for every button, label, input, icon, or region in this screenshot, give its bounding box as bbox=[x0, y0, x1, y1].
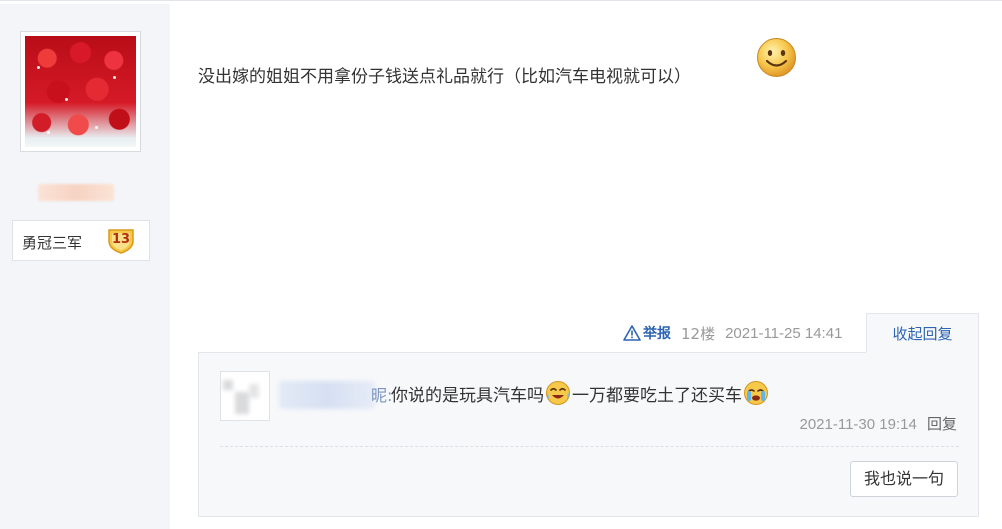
crying-emoji-icon bbox=[743, 380, 769, 406]
reply-panel: 昵: 你说的是玩具汽车吗 一万都要吃土了还买车 2021-11-30 19:14… bbox=[198, 352, 979, 517]
post-content: 没出嫁的姐姐不用拿份子钱送点礼品就行（比如汽车电视就可以） bbox=[198, 67, 691, 87]
collapse-replies-button[interactable]: 收起回复 bbox=[866, 313, 979, 354]
smile-emoji-icon bbox=[756, 37, 797, 78]
avatar-image bbox=[25, 36, 136, 147]
level-badge-icon: 13 bbox=[106, 227, 136, 255]
reply-avatar[interactable] bbox=[220, 371, 270, 421]
say-something-button[interactable]: 我也说一句 bbox=[850, 461, 958, 497]
reply-text-part2: 一万都要吃土了还买车 bbox=[572, 385, 742, 406]
report-label: 举报 bbox=[643, 326, 671, 342]
warning-icon bbox=[623, 325, 641, 341]
author-sidebar: 勇冠三军 13 bbox=[0, 4, 170, 529]
reply-meta: 2021-11-30 19:14 回复 bbox=[799, 413, 957, 434]
reply-content: 你说的是玩具汽车吗 一万都要吃土了还买车 bbox=[391, 380, 770, 406]
tears-of-joy-emoji-icon bbox=[545, 380, 571, 406]
reply-text-part1: 你说的是玩具汽车吗 bbox=[391, 385, 544, 406]
level-number: 13 bbox=[111, 232, 131, 247]
reply-username-redacted[interactable] bbox=[279, 381, 375, 409]
top-divider bbox=[0, 0, 1002, 3]
reply-divider bbox=[220, 446, 959, 447]
reply-button[interactable]: 回复 bbox=[927, 415, 957, 433]
level-name: 勇冠三军 bbox=[22, 234, 83, 252]
author-avatar[interactable] bbox=[20, 31, 141, 152]
report-button[interactable]: 举报 bbox=[623, 323, 671, 343]
reply-timestamp: 2021-11-30 19:14 bbox=[799, 416, 917, 433]
author-name-redacted bbox=[38, 184, 114, 201]
floor-number: 12楼 bbox=[681, 324, 716, 343]
post-timestamp: 2021-11-25 14:41 bbox=[725, 324, 843, 342]
post-meta: 举报 12楼 2021-11-25 14:41 bbox=[623, 323, 842, 343]
reply-name-tail: 昵: bbox=[371, 386, 393, 405]
author-level[interactable]: 勇冠三军 13 bbox=[12, 220, 150, 261]
